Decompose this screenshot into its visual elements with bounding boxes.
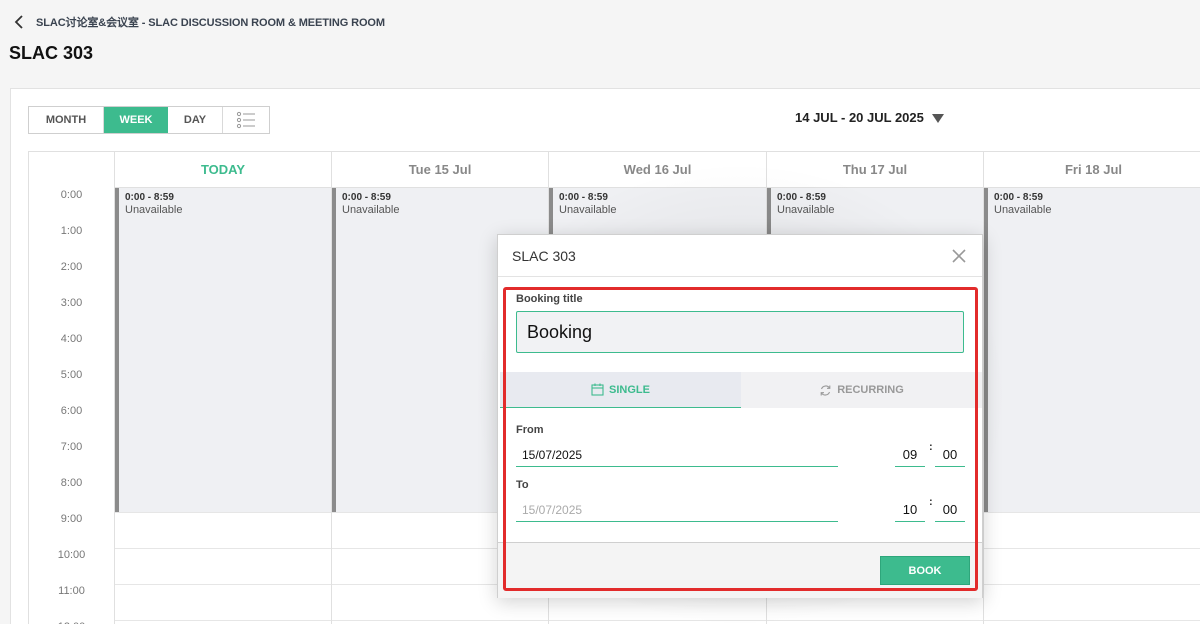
to-minute-input[interactable]	[935, 498, 965, 522]
day-header-thu: Thu 17 Jul	[766, 152, 983, 188]
modal-header: SLAC 303	[498, 235, 982, 277]
day-header-today: TODAY	[114, 152, 331, 188]
hour-label: 10:00	[57, 549, 86, 561]
month-view-button[interactable]: MONTH	[29, 107, 104, 133]
list-icon	[236, 111, 255, 129]
unavailable-range: 0:00 - 8:59	[777, 192, 826, 203]
from-hour-input[interactable]	[895, 443, 925, 467]
day-header-fri: Fri 18 Jul	[983, 152, 1200, 188]
unavailable-block: 0:00 - 8:59 Unavailable	[984, 188, 1200, 512]
unavailable-label: Unavailable	[777, 204, 835, 216]
hour-label: 8:00	[60, 477, 83, 489]
breadcrumb[interactable]: SLAC讨论室&会议室 - SLAC DISCUSSION ROOM & MEE…	[14, 13, 385, 31]
modal-footer: BOOK	[498, 542, 982, 598]
close-icon[interactable]	[950, 247, 968, 265]
booking-title-input[interactable]	[516, 311, 964, 353]
day-column[interactable]: 0:00 - 8:59 Unavailable	[983, 188, 1200, 624]
to-hour-input[interactable]	[895, 498, 925, 522]
hour-label: 4:00	[60, 333, 83, 345]
hour-label: 9:00	[60, 513, 83, 525]
unavailable-label: Unavailable	[994, 204, 1052, 216]
breadcrumb-label[interactable]: SLAC讨论室&会议室 - SLAC DISCUSSION ROOM & MEE…	[36, 14, 385, 30]
time-separator: :	[929, 441, 933, 453]
hour-label: 6:00	[60, 405, 83, 417]
time-separator: :	[929, 496, 933, 508]
unavailable-label: Unavailable	[559, 204, 617, 216]
recurring-icon	[820, 384, 831, 396]
unavailable-range: 0:00 - 8:59	[994, 192, 1043, 203]
unavailable-label: Unavailable	[342, 204, 400, 216]
day-header-tue: Tue 15 Jul	[331, 152, 548, 188]
calendar-icon	[591, 383, 604, 396]
book-button[interactable]: BOOK	[880, 556, 970, 585]
hour-label: 3:00	[60, 297, 83, 309]
hour-label: 0:00	[60, 189, 83, 201]
unavailable-label: Unavailable	[125, 204, 183, 216]
unavailable-range: 0:00 - 8:59	[559, 192, 608, 203]
unavailable-block: 0:00 - 8:59 Unavailable	[115, 188, 331, 512]
caret-down-icon	[931, 114, 944, 123]
tab-single-label: SINGLE	[609, 383, 650, 396]
day-header-wed: Wed 16 Jul	[548, 152, 766, 188]
to-label: To	[516, 479, 529, 491]
from-minute-input[interactable]	[935, 443, 965, 467]
from-date-input[interactable]	[516, 443, 838, 467]
booking-modal: SLAC 303 Booking title SINGLE RECURRING	[497, 234, 983, 598]
day-view-button[interactable]: DAY	[168, 107, 223, 133]
page-title: SLAC 303	[9, 43, 94, 63]
chevron-left-icon[interactable]	[14, 13, 28, 31]
hour-label: 1:00	[60, 225, 83, 237]
tab-recurring[interactable]: RECURRING	[741, 372, 982, 408]
modal-title: SLAC 303	[512, 247, 576, 264]
date-range-selector[interactable]: 14 JUL - 20 JUL 2025	[795, 110, 944, 125]
week-view-button[interactable]: WEEK	[104, 107, 168, 133]
from-label: From	[516, 424, 544, 436]
tab-single[interactable]: SINGLE	[500, 372, 741, 408]
unavailable-range: 0:00 - 8:59	[125, 192, 174, 203]
list-view-button[interactable]	[223, 107, 269, 133]
hour-label: 5:00	[60, 369, 83, 381]
hour-label: 7:00	[60, 441, 83, 453]
tab-recurring-label: RECURRING	[837, 384, 904, 396]
hour-label: 2:00	[60, 261, 83, 273]
to-date-input[interactable]	[516, 498, 838, 522]
unavailable-range: 0:00 - 8:59	[342, 192, 391, 203]
day-column[interactable]: 0:00 - 8:59 Unavailable	[114, 188, 331, 624]
date-range-label: 14 JUL - 20 JUL 2025	[795, 110, 924, 125]
view-switch: MONTH WEEK DAY	[28, 106, 270, 134]
booking-type-tabs: SINGLE RECURRING	[500, 372, 982, 408]
booking-title-label: Booking title	[516, 293, 583, 305]
hour-label: 11:00	[58, 585, 85, 597]
